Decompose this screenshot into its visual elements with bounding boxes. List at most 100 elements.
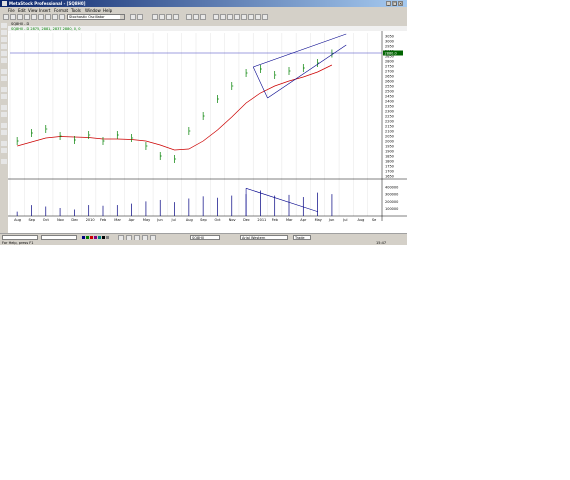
price-tick-label: 2450 — [385, 95, 394, 99]
arrow-icon[interactable] — [1, 112, 7, 117]
open-button[interactable] — [10, 14, 16, 20]
cycle-lines-icon[interactable] — [1, 87, 7, 92]
print-button[interactable] — [17, 14, 23, 20]
channel-icon[interactable] — [1, 58, 7, 63]
cursor-button[interactable] — [186, 14, 192, 20]
x-tick-label: Aug — [14, 218, 21, 222]
menu-file[interactable]: File — [8, 8, 15, 13]
x-tick-label: Mar — [286, 218, 293, 222]
close-icon[interactable]: × — [398, 1, 403, 6]
crosshair-icon[interactable] — [1, 30, 7, 35]
expert-button[interactable] — [45, 14, 51, 20]
color-swatch-gray[interactable] — [106, 235, 109, 239]
erase-icon[interactable] — [1, 159, 7, 164]
text-icon[interactable] — [1, 105, 7, 110]
vertical-line-icon[interactable] — [1, 51, 7, 56]
new-chart-button[interactable] — [3, 14, 9, 20]
x-tick-label: Feb — [272, 218, 279, 222]
clock-text: 15:47 — [376, 240, 387, 245]
candle-chart-button[interactable] — [220, 14, 226, 20]
price-tick-label: 3050 — [385, 35, 394, 39]
andrews-pitchfork-icon[interactable] — [1, 148, 7, 153]
buy-arrow-icon[interactable] — [1, 123, 7, 128]
sell-arrow-icon[interactable] — [1, 130, 7, 135]
help-button[interactable] — [262, 14, 268, 20]
indicator-builder-button[interactable] — [52, 14, 58, 20]
x-tick-label: Mar — [114, 218, 121, 222]
color-swatch-black[interactable] — [102, 235, 105, 239]
x-tick-label: Dec — [243, 218, 250, 222]
color-swatch-teal[interactable] — [98, 235, 101, 239]
menu-view[interactable]: View — [28, 8, 38, 13]
chevron-down-icon[interactable] — [120, 15, 124, 19]
x-tick-label: Jul — [171, 218, 176, 222]
indicator-select[interactable]: Stochastic Oscillator — [67, 14, 125, 20]
price-tick-label: 1850 — [385, 155, 394, 159]
window-title: MetaStock Professional - [SQ8H0] — [9, 1, 86, 6]
grid-button[interactable] — [234, 14, 240, 20]
price-tick-label: 2500 — [385, 90, 394, 94]
fibonacci-icon[interactable] — [1, 69, 7, 74]
last-price-label: 2880.0 — [385, 52, 397, 56]
price-tick-label: 2200 — [385, 120, 394, 124]
x-tick-label: Feb — [100, 218, 107, 222]
volume-tick-label: 200000 — [385, 200, 398, 204]
periodicity-button[interactable] — [166, 14, 172, 20]
price-tick-label: 3000 — [385, 40, 394, 44]
tile-button[interactable] — [173, 14, 179, 20]
menu-format[interactable]: Format — [54, 8, 68, 13]
title-bar: MetaStock Professional - [SQ8H0] _ □ × — [0, 0, 407, 7]
color-swatch-navy[interactable] — [82, 235, 85, 239]
x-tick-label: Aug — [186, 218, 193, 222]
chart-window-title: SQ8H0 - D — [11, 21, 30, 26]
trendline-icon[interactable] — [1, 37, 7, 42]
security-button[interactable] — [152, 14, 158, 20]
color-swatch-green[interactable] — [86, 235, 89, 239]
color-swatch-purple[interactable] — [94, 235, 97, 239]
menu-tools[interactable]: Tools — [71, 8, 81, 13]
gann-icon[interactable] — [1, 76, 7, 81]
horizontal-line-icon[interactable] — [1, 44, 7, 49]
price-tick-label: 1800 — [385, 160, 394, 164]
zoom-out-button[interactable] — [31, 14, 37, 20]
metastock-window: MetaStock Professional - [SQ8H0] _ □ × F… — [0, 0, 407, 245]
minimize-icon[interactable]: _ — [386, 1, 391, 6]
price-chart[interactable]: 3050300029502900285028002750270026502600… — [8, 31, 407, 233]
zoom-in-button[interactable] — [24, 14, 30, 20]
maximize-icon[interactable]: □ — [392, 1, 397, 6]
price-tick-label: 2750 — [385, 65, 394, 69]
scale-button[interactable] — [241, 14, 247, 20]
price-tick-label: 2300 — [385, 110, 394, 114]
refresh-button[interactable] — [159, 14, 165, 20]
chart-legend-text: SQ8H0 - D 2875, 2881, 2837 2880, 0, 0 — [11, 26, 81, 31]
line-study-button[interactable] — [38, 14, 44, 20]
explorer-button[interactable] — [59, 14, 65, 20]
x-tick-label: May — [315, 218, 322, 222]
window-cascade-button[interactable] — [248, 14, 254, 20]
x-tick-label: Apr — [300, 218, 307, 222]
menu-insert[interactable]: Insert — [39, 8, 50, 13]
speed-lines-icon[interactable] — [1, 141, 7, 146]
data-window-button[interactable] — [200, 14, 206, 20]
indicator-remove-button[interactable] — [137, 14, 143, 20]
chart-window: SQ8H0 - D SQ8H0 - D 2875, 2881, 2837 288… — [8, 21, 407, 233]
price-tick-label: 2250 — [385, 115, 394, 119]
price-tick-label: 2650 — [385, 75, 394, 79]
color-swatch-red[interactable] — [90, 235, 93, 239]
volume-tick-label: 400000 — [385, 185, 398, 189]
volume-tick-label: 300000 — [385, 193, 398, 197]
menu-help[interactable]: Help — [103, 8, 112, 13]
price-tick-label: 2400 — [385, 100, 394, 104]
ellipse-icon[interactable] — [1, 94, 7, 99]
indicator-plot-button[interactable] — [130, 14, 136, 20]
x-tick-label: Aug — [358, 218, 365, 222]
line-chart-button[interactable] — [227, 14, 233, 20]
menu-window[interactable]: Window — [85, 8, 101, 13]
x-tick-label: Jun — [328, 218, 334, 222]
price-tick-label: 2800 — [385, 60, 394, 64]
crosshair-button[interactable] — [193, 14, 199, 20]
menu-edit[interactable]: Edit — [18, 8, 26, 13]
bar-chart-button[interactable] — [213, 14, 219, 20]
pointer-icon[interactable] — [1, 23, 7, 28]
window-tile-button[interactable] — [255, 14, 261, 20]
